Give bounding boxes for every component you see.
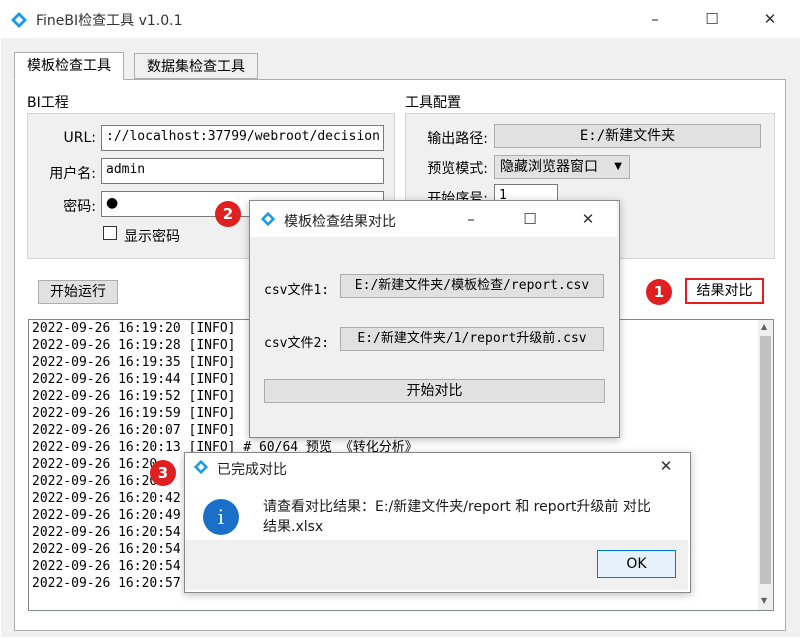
log-scrollbar[interactable]: ▲ ▼ <box>758 320 773 610</box>
app-logo-icon <box>260 211 276 227</box>
step-badge-3: 3 <box>150 460 176 486</box>
window-title: FineBI检查工具 v1.0.1 <box>36 13 183 29</box>
csv1-label: csv文件1: <box>264 283 330 298</box>
tab-template-check[interactable]: 模板检查工具 <box>14 52 124 80</box>
scroll-thumb[interactable] <box>760 336 771 584</box>
compare-dialog-minimize-button[interactable]: – <box>459 208 483 230</box>
scroll-down-icon[interactable]: ▼ <box>761 596 767 605</box>
close-button[interactable]: ✕ <box>758 8 782 30</box>
step-badge-1: 1 <box>646 279 672 305</box>
compare-dialog-maximize-button[interactable]: ☐ <box>518 208 542 230</box>
compare-dialog-close-button[interactable]: ✕ <box>576 208 600 230</box>
output-path-label: 输出路径: <box>427 131 488 147</box>
title-bar: FineBI检查工具 v1.0.1 – ☐ ✕ <box>0 0 802 38</box>
start-compare-button[interactable]: 开始对比 <box>264 379 605 403</box>
compare-dialog-title: 模板检查结果对比 <box>284 214 396 230</box>
url-label: URL: <box>63 130 97 146</box>
csv2-label: csv文件2: <box>264 336 330 351</box>
show-password-label: 显示密码 <box>124 229 180 245</box>
password-label: 密码: <box>63 199 96 215</box>
preview-mode-value: 隐藏浏览器窗口 <box>500 159 598 175</box>
scroll-up-icon[interactable]: ▲ <box>761 322 767 331</box>
preview-mode-label: 预览模式: <box>427 161 488 177</box>
username-input[interactable]: admin <box>101 158 384 184</box>
csv2-button[interactable]: E:/新建文件夹/1/report升级前.csv <box>340 327 604 351</box>
done-dialog-message: 请查看对比结果：E:/新建文件夹/report 和 report升级前 对比结果… <box>263 499 651 535</box>
ok-button[interactable]: OK <box>597 550 676 578</box>
app-logo-icon <box>193 459 209 475</box>
chevron-down-icon: ▼ <box>614 161 622 172</box>
username-label: 用户名: <box>49 166 96 182</box>
step-badge-2: 2 <box>215 201 241 227</box>
compare-dialog: 模板检查结果对比 – ☐ ✕ csv文件1: E:/新建文件夹/模板检查/rep… <box>249 200 620 438</box>
start-run-button[interactable]: 开始运行 <box>38 280 118 304</box>
show-password-checkbox[interactable] <box>103 226 117 240</box>
maximize-button[interactable]: ☐ <box>700 8 724 30</box>
tab-dataset-check[interactable]: 数据集检查工具 <box>134 53 258 79</box>
info-icon: i <box>203 499 239 535</box>
app-logo-icon <box>11 12 27 28</box>
output-path-button[interactable]: E:/新建文件夹 <box>494 124 761 148</box>
done-dialog: 已完成对比 ✕ i 请查看对比结果：E:/新建文件夹/report 和 repo… <box>184 452 691 593</box>
bi-project-group-label: BI工程 <box>27 95 69 111</box>
minimize-button[interactable]: – <box>643 8 667 30</box>
tool-config-group-label: 工具配置 <box>405 95 461 111</box>
preview-mode-select[interactable]: 隐藏浏览器窗口 ▼ <box>494 155 630 179</box>
compare-results-button[interactable]: 结果对比 <box>685 278 764 304</box>
done-dialog-title: 已完成对比 <box>217 462 287 478</box>
done-dialog-close-button[interactable]: ✕ <box>654 455 678 477</box>
csv1-button[interactable]: E:/新建文件夹/模板检查/report.csv <box>340 274 604 298</box>
url-input[interactable]: ://localhost:37799/webroot/decision <box>101 125 384 151</box>
